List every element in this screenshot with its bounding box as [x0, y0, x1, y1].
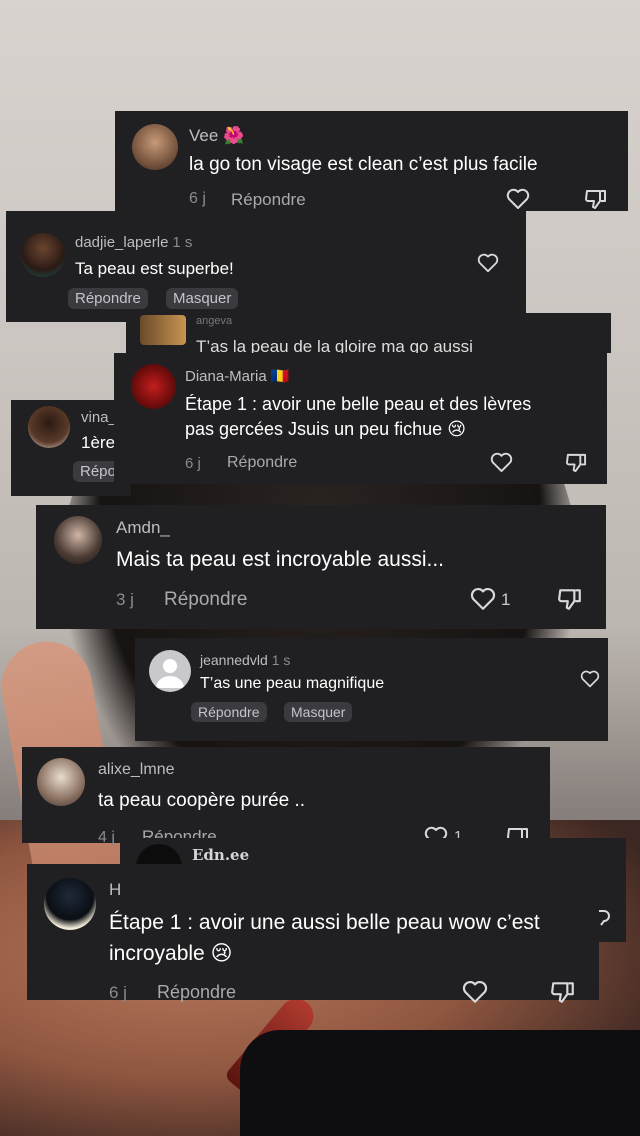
comment-date: 6 j — [109, 983, 127, 1002]
username[interactable]: Diana-Maria 🇷🇴 — [185, 367, 290, 385]
comment-text: Ta peau est superbe! — [75, 259, 234, 278]
avatar[interactable] — [28, 406, 70, 448]
reply-button[interactable]: Répondre — [164, 589, 247, 611]
comment-card: H Étape 1 : avoir une aussi belle peau w… — [27, 864, 599, 1003]
comment-text: T’as une peau magnifique — [200, 675, 385, 692]
comment-card: dadjie_laperle 1 s Ta peau est superbe! R… — [6, 211, 526, 322]
comment-card: alixe_lmne ta peau coopère purée .. 4 j … — [22, 747, 550, 847]
flag-emoji: 🇷🇴 — [270, 368, 290, 385]
heart-icon[interactable] — [470, 587, 496, 611]
hide-button[interactable]: Masquer — [284, 702, 353, 722]
reply-button[interactable]: Répondre — [227, 454, 297, 472]
comment-card-partial: angeva T’as la peau de la gloire ma go a… — [126, 313, 611, 356]
username[interactable]: Amdn_ — [116, 518, 170, 538]
avatar[interactable] — [131, 364, 176, 409]
comment-card: Diana-Maria 🇷🇴 Étape 1 : avoir une belle… — [114, 353, 607, 484]
heart-icon[interactable] — [462, 980, 488, 1004]
username[interactable]: jeannedvld 1 s — [200, 652, 290, 668]
heart-icon[interactable] — [477, 253, 499, 273]
avatar[interactable] — [140, 315, 186, 345]
like-count: 1 — [501, 590, 511, 609]
username[interactable]: vina_ — [81, 409, 117, 426]
hide-button[interactable]: Masquer — [166, 288, 239, 309]
avatar[interactable] — [132, 124, 178, 170]
avatar[interactable] — [149, 650, 191, 692]
comment-text-line1: Étape 1 : avoir une aussi belle peau wow… — [109, 911, 540, 934]
avatar[interactable] — [54, 516, 102, 564]
thumbs-down-icon[interactable] — [550, 980, 576, 1004]
username[interactable]: angeva — [196, 315, 232, 327]
comment-text: la go ton visage est clean c’est plus fa… — [189, 154, 538, 175]
thumbs-down-icon[interactable] — [557, 587, 583, 611]
comment-text-line1: Étape 1 : avoir une belle peau et des lè… — [185, 394, 532, 414]
comment-date: 6 j — [185, 455, 201, 472]
username[interactable]: dadjie_laperle 1 s — [75, 234, 192, 251]
comment-text: Mais ta peau est incroyable aussi... — [116, 548, 445, 571]
thumbs-down-icon[interactable] — [584, 188, 608, 210]
comment-date: 4 j — [98, 829, 115, 846]
crying-emoji: 😢 — [447, 419, 466, 439]
background-shirt — [240, 1030, 640, 1136]
username[interactable]: alixe_lmne — [98, 761, 174, 779]
flower-emoji: 🌺 — [223, 126, 245, 145]
reply-button[interactable]: Répondre — [191, 702, 267, 722]
heart-icon[interactable] — [490, 452, 513, 473]
heart-icon[interactable] — [580, 670, 600, 688]
comment-card: Vee 🌺 la go ton visage est clean c’est p… — [115, 111, 628, 211]
comment-card: Amdn_ Mais ta peau est incroyable aussi.… — [36, 505, 606, 629]
reply-button[interactable]: Répondre — [68, 288, 148, 309]
avatar[interactable] — [21, 233, 65, 277]
comment-date: 6 j — [189, 190, 206, 207]
avatar[interactable] — [44, 878, 96, 930]
username[interactable]: Vee 🌺 — [189, 126, 244, 146]
crying-emoji: 😢 — [210, 942, 233, 965]
reply-button[interactable]: Répondre — [231, 190, 306, 210]
username[interactable]: H — [109, 880, 121, 900]
comment-card: jeannedvld 1 s T’as une peau magnifique R… — [135, 638, 608, 741]
reply-button[interactable]: Répondre — [157, 982, 236, 1003]
comment-text: ta peau coopère purée .. — [98, 790, 306, 811]
comment-date: 3 j — [116, 590, 134, 609]
username[interactable]: Edn.ee — [192, 846, 249, 864]
comment-text-line2: incroyable 😢 — [109, 942, 233, 965]
thumbs-down-icon[interactable] — [565, 452, 588, 473]
heart-icon[interactable] — [506, 188, 530, 210]
avatar[interactable] — [37, 758, 85, 806]
comment-card: vina_ 1ère Répondre — [11, 400, 153, 496]
comment-text-line2: pas gercées Jsuis un peu fichue 😢 — [185, 419, 466, 439]
comment-text: 1ère — [81, 433, 116, 452]
